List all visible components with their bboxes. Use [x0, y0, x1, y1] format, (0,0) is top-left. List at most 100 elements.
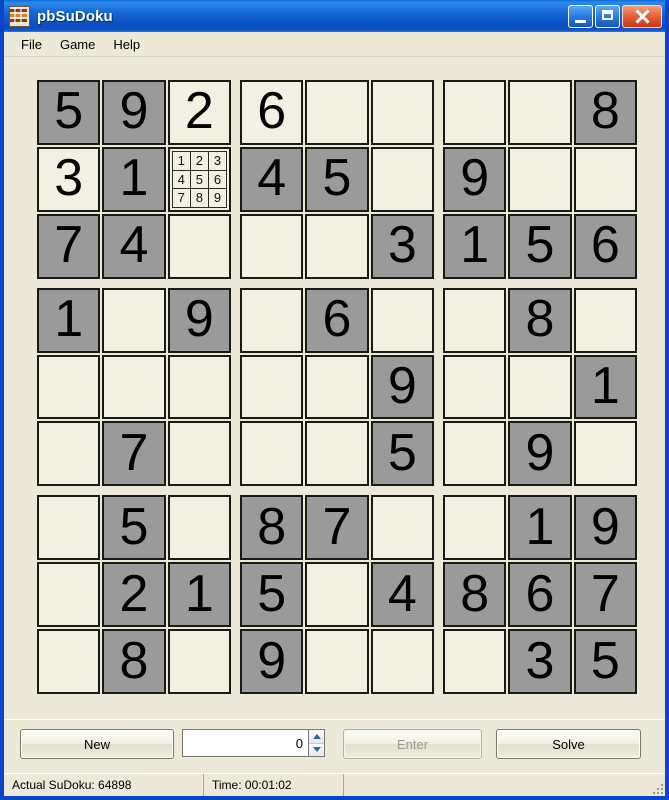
- menu-item-file[interactable]: File: [12, 34, 51, 55]
- sudoku-cell-r8c3[interactable]: 1: [167, 562, 231, 628]
- sudoku-cell-r8c6[interactable]: 4: [370, 562, 434, 628]
- sudoku-cell-r2c8[interactable]: [508, 146, 572, 212]
- sudoku-cell-r7c3[interactable]: [167, 495, 231, 561]
- sudoku-cell-r5c6[interactable]: 9: [370, 354, 434, 420]
- sudoku-board[interactable]: 5923112345678974645389156197695819521887…: [37, 80, 637, 694]
- sudoku-cell-r5c8[interactable]: [508, 354, 572, 420]
- sudoku-cell-r1c1[interactable]: 5: [37, 80, 101, 145]
- sudoku-cell-r9c3[interactable]: [167, 629, 231, 694]
- sudoku-cell-r5c4[interactable]: [240, 354, 304, 420]
- sudoku-cell-r5c7[interactable]: [443, 354, 507, 420]
- sudoku-cell-r8c7[interactable]: 8: [443, 562, 507, 628]
- sudoku-cell-r7c7[interactable]: [443, 495, 507, 561]
- candidate-7[interactable]: 7: [172, 189, 190, 207]
- sudoku-cell-r4c3[interactable]: 9: [167, 287, 231, 353]
- sudoku-cell-r8c8[interactable]: 6: [508, 562, 572, 628]
- sudoku-cell-r5c1[interactable]: [37, 354, 101, 420]
- sudoku-cell-r9c1[interactable]: [37, 629, 101, 694]
- sudoku-cell-r6c7[interactable]: [443, 421, 507, 487]
- sudoku-cell-r9c6[interactable]: [370, 629, 434, 694]
- candidate-5[interactable]: 5: [190, 170, 208, 189]
- candidate-3[interactable]: 3: [208, 151, 226, 170]
- sudoku-cell-r6c6[interactable]: 5: [370, 421, 434, 487]
- sudoku-cell-r6c3[interactable]: [167, 421, 231, 487]
- sudoku-cell-r6c8[interactable]: 9: [508, 421, 572, 487]
- maximize-button[interactable]: [595, 4, 620, 28]
- sudoku-cell-r3c3[interactable]: [167, 213, 231, 279]
- sudoku-cell-r6c4[interactable]: [240, 421, 304, 487]
- sudoku-cell-r2c2[interactable]: 1: [102, 146, 166, 212]
- sudoku-cell-r4c5[interactable]: 6: [305, 287, 369, 353]
- sudoku-cell-r7c4[interactable]: 8: [240, 495, 304, 561]
- sudoku-cell-r3c7[interactable]: 1: [443, 213, 507, 279]
- enter-button[interactable]: Enter: [343, 729, 482, 759]
- new-button[interactable]: New: [20, 729, 174, 759]
- sudoku-cell-r2c5[interactable]: 5: [305, 146, 369, 212]
- menu-item-help[interactable]: Help: [104, 34, 149, 55]
- sudoku-cell-r8c5[interactable]: [305, 562, 369, 628]
- stepper-down-button[interactable]: [309, 743, 324, 756]
- candidate-9[interactable]: 9: [208, 189, 226, 207]
- sudoku-cell-r1c4[interactable]: 6: [240, 80, 304, 145]
- sudoku-cell-r1c8[interactable]: [508, 80, 572, 145]
- sudoku-cell-r9c5[interactable]: [305, 629, 369, 694]
- value-input[interactable]: 0: [182, 729, 308, 757]
- candidate-1[interactable]: 1: [172, 151, 190, 170]
- sudoku-cell-r6c5[interactable]: [305, 421, 369, 487]
- menu-item-game[interactable]: Game: [51, 34, 104, 55]
- sudoku-cell-r8c1[interactable]: [37, 562, 101, 628]
- sudoku-cell-r3c4[interactable]: [240, 213, 304, 279]
- sudoku-cell-r9c8[interactable]: 3: [508, 629, 572, 694]
- sudoku-cell-r2c3[interactable]: 123456789: [167, 146, 231, 212]
- sudoku-cell-r4c9[interactable]: [573, 287, 637, 353]
- sudoku-cell-r1c6[interactable]: [370, 80, 434, 145]
- sudoku-cell-r9c4[interactable]: 9: [240, 629, 304, 694]
- candidate-8[interactable]: 8: [190, 189, 208, 207]
- sudoku-cell-r2c6[interactable]: [370, 146, 434, 212]
- sudoku-cell-r3c9[interactable]: 6: [573, 213, 637, 279]
- sudoku-cell-r3c1[interactable]: 7: [37, 213, 101, 279]
- sudoku-cell-r5c9[interactable]: 1: [573, 354, 637, 420]
- minimize-button[interactable]: [568, 4, 593, 28]
- sudoku-cell-r5c2[interactable]: [102, 354, 166, 420]
- sudoku-cell-r3c5[interactable]: [305, 213, 369, 279]
- sudoku-cell-r8c4[interactable]: 5: [240, 562, 304, 628]
- solve-button[interactable]: Solve: [496, 729, 641, 759]
- sudoku-cell-r4c1[interactable]: 1: [37, 287, 101, 353]
- sudoku-cell-r1c5[interactable]: [305, 80, 369, 145]
- sudoku-cell-r3c2[interactable]: 4: [102, 213, 166, 279]
- sudoku-cell-r5c5[interactable]: [305, 354, 369, 420]
- candidate-4[interactable]: 4: [172, 170, 190, 189]
- sudoku-cell-r7c8[interactable]: 1: [508, 495, 572, 561]
- sudoku-cell-r6c2[interactable]: 7: [102, 421, 166, 487]
- sudoku-cell-r1c2[interactable]: 9: [102, 80, 166, 145]
- sudoku-cell-r2c7[interactable]: 9: [443, 146, 507, 212]
- sudoku-cell-r9c2[interactable]: 8: [102, 629, 166, 694]
- sudoku-cell-r3c6[interactable]: 3: [370, 213, 434, 279]
- sudoku-cell-r9c9[interactable]: 5: [573, 629, 637, 694]
- sudoku-cell-r2c9[interactable]: [573, 146, 637, 212]
- sudoku-cell-r8c2[interactable]: 2: [102, 562, 166, 628]
- sudoku-cell-r2c1[interactable]: 3: [37, 146, 101, 212]
- sudoku-cell-r4c6[interactable]: [370, 287, 434, 353]
- sudoku-cell-r7c5[interactable]: 7: [305, 495, 369, 561]
- stepper-up-button[interactable]: [309, 730, 324, 744]
- sudoku-cell-r4c2[interactable]: [102, 287, 166, 353]
- sudoku-cell-r3c8[interactable]: 5: [508, 213, 572, 279]
- candidate-6[interactable]: 6: [208, 170, 226, 189]
- sudoku-cell-r4c8[interactable]: 8: [508, 287, 572, 353]
- sudoku-cell-r7c2[interactable]: 5: [102, 495, 166, 561]
- resize-grip-icon[interactable]: [651, 782, 663, 794]
- sudoku-cell-r1c3[interactable]: 2: [167, 80, 231, 145]
- sudoku-cell-r6c1[interactable]: [37, 421, 101, 487]
- sudoku-cell-r4c7[interactable]: [443, 287, 507, 353]
- value-stepper[interactable]: 0: [182, 729, 325, 757]
- sudoku-cell-r9c7[interactable]: [443, 629, 507, 694]
- sudoku-cell-r4c4[interactable]: [240, 287, 304, 353]
- sudoku-cell-r7c1[interactable]: [37, 495, 101, 561]
- candidate-2[interactable]: 2: [190, 151, 208, 170]
- sudoku-cell-r7c6[interactable]: [370, 495, 434, 561]
- sudoku-cell-r7c9[interactable]: 9: [573, 495, 637, 561]
- sudoku-cell-r1c9[interactable]: 8: [573, 80, 637, 145]
- sudoku-cell-r1c7[interactable]: [443, 80, 507, 145]
